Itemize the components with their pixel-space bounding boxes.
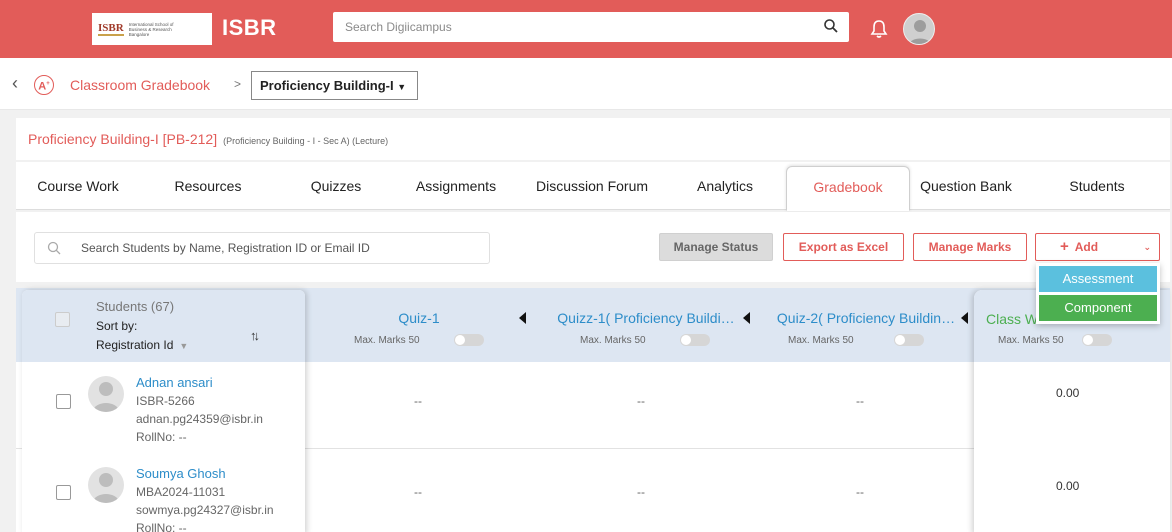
student-avatar xyxy=(88,467,124,503)
grade-cell[interactable]: -- xyxy=(856,485,864,499)
scroll-left-arrow-icon[interactable] xyxy=(961,312,968,324)
chevron-down-icon: ▼ xyxy=(179,341,189,351)
manage-marks-button[interactable]: Manage Marks xyxy=(913,233,1027,261)
breadcrumb-separator: > xyxy=(234,77,242,91)
chevron-down-icon: ▼ xyxy=(397,82,407,92)
grade-cell[interactable]: -- xyxy=(637,485,645,499)
tab-quizzes[interactable]: Quizzes xyxy=(296,162,376,210)
column-max-marks: Max. Marks 50 xyxy=(998,335,1064,346)
column-max-marks: Max. Marks 50 xyxy=(354,335,420,346)
logo-mark: ISBR xyxy=(98,22,124,36)
column-quizz-1[interactable]: Quizz-1( Proficiency Buildi… Max. Marks … xyxy=(532,288,760,362)
tab-analytics[interactable]: Analytics xyxy=(680,162,770,210)
global-search-input[interactable] xyxy=(333,12,803,42)
user-avatar[interactable] xyxy=(903,13,935,45)
tab-discussion-forum[interactable]: Discussion Forum xyxy=(524,162,660,210)
search-icon[interactable] xyxy=(823,18,839,34)
grade-cell[interactable]: -- xyxy=(414,394,422,408)
column-toggle[interactable] xyxy=(680,334,710,346)
column-quiz-1[interactable]: Quiz-1 Max. Marks 50 xyxy=(306,288,532,362)
students-count: Students (67) xyxy=(96,299,175,314)
grade-cell[interactable]: 0.00 xyxy=(1056,479,1079,493)
notification-bell-icon[interactable] xyxy=(868,18,890,40)
manage-status-button[interactable]: Manage Status xyxy=(659,233,773,261)
column-title[interactable]: Class W xyxy=(986,311,1038,327)
grade-cell[interactable]: -- xyxy=(414,485,422,499)
column-title[interactable]: Quiz-1 xyxy=(306,310,532,326)
column-max-marks: Max. Marks 50 xyxy=(788,335,854,346)
menu-item-assessment[interactable]: Assessment xyxy=(1039,266,1157,292)
row-checkbox[interactable] xyxy=(56,394,71,409)
grade-cell[interactable]: -- xyxy=(856,394,864,408)
search-icon xyxy=(47,241,61,255)
add-dropdown-menu: Assessment Component xyxy=(1036,263,1160,324)
column-toggle[interactable] xyxy=(1082,334,1112,346)
tab-assignments[interactable]: Assignments xyxy=(404,162,508,210)
gradebook-toolbar: Manage Status Export as Excel Manage Mar… xyxy=(16,212,1170,282)
student-roll: RollNo: -- xyxy=(136,521,187,532)
student-search-input[interactable] xyxy=(81,233,481,263)
course-subtitle: (Proficiency Building - I - Sec A) (Lect… xyxy=(223,136,389,146)
user-silhouette-icon xyxy=(92,473,120,503)
student-email: adnan.pg24359@isbr.in xyxy=(136,412,263,426)
tab-course-work[interactable]: Course Work xyxy=(28,162,128,210)
tab-question-bank[interactable]: Question Bank xyxy=(912,162,1020,210)
student-avatar xyxy=(88,376,124,412)
select-all-checkbox[interactable] xyxy=(55,312,70,327)
menu-item-component[interactable]: Component xyxy=(1039,295,1157,321)
column-class-w: Class W Max. Marks 50 0.00 0.00 xyxy=(974,290,1170,532)
breadcrumb: ‹ A+ Classroom Gradebook > Proficiency B… xyxy=(0,58,1172,110)
grade-cell[interactable]: 0.00 xyxy=(1056,386,1079,400)
chevron-down-icon[interactable]: ⌄ xyxy=(1143,234,1151,260)
gradebook-grid: Quiz-1 Max. Marks 50 Quizz-1( Proficienc… xyxy=(16,288,1170,532)
column-title[interactable]: Quiz-2( Proficiency Buildin… xyxy=(760,310,972,326)
user-silhouette-icon xyxy=(908,20,932,44)
add-button[interactable]: + Add ⌄ xyxy=(1035,233,1160,261)
scroll-left-arrow-icon[interactable] xyxy=(519,312,526,324)
tab-students[interactable]: Students xyxy=(1052,162,1142,210)
column-quiz-2[interactable]: Quiz-2( Proficiency Buildin… Max. Marks … xyxy=(760,288,972,362)
student-search xyxy=(34,232,490,264)
plus-icon: + xyxy=(1060,238,1069,255)
column-max-marks: Max. Marks 50 xyxy=(580,335,646,346)
course-tabs: Course Work Resources Quizzes Assignment… xyxy=(16,162,1170,211)
add-button-label: Add xyxy=(1074,240,1099,254)
student-reg-id: ISBR-5266 xyxy=(136,394,195,408)
student-reg-id: MBA2024-11031 xyxy=(136,485,226,499)
course-header: Proficiency Building-I [PB-212] (Proficie… xyxy=(16,118,1170,160)
gradebook-icon: A+ xyxy=(34,75,54,95)
students-header: Students (67) Sort by: Registration Id ▼ … xyxy=(22,290,305,362)
sort-by-select[interactable]: Registration Id ▼ xyxy=(96,338,188,352)
scroll-left-arrow-icon[interactable] xyxy=(743,312,750,324)
column-toggle[interactable] xyxy=(894,334,924,346)
students-panel: Students (67) Sort by: Registration Id ▼ … xyxy=(22,290,305,532)
student-name[interactable]: Soumya Ghosh xyxy=(136,466,226,481)
course-selector[interactable]: Proficiency Building-I ▼ xyxy=(251,71,418,100)
user-silhouette-icon xyxy=(92,382,120,412)
row-checkbox[interactable] xyxy=(56,485,71,500)
column-toggle[interactable] xyxy=(454,334,484,346)
back-chevron-icon[interactable]: ‹ xyxy=(12,74,24,94)
student-name[interactable]: Adnan ansari xyxy=(136,375,213,390)
tab-gradebook[interactable]: Gradebook xyxy=(786,166,910,211)
logo-subtext: International School of Business & Resea… xyxy=(128,21,174,37)
column-title[interactable]: Quizz-1( Proficiency Buildi… xyxy=(532,310,760,326)
sort-by-value: Registration Id xyxy=(96,338,174,352)
sort-by-label: Sort by: xyxy=(96,319,138,333)
student-roll: RollNo: -- xyxy=(136,430,187,444)
course-title: Proficiency Building-I [PB-212] (Proficie… xyxy=(28,131,388,147)
tab-resources[interactable]: Resources xyxy=(158,162,258,210)
brand-title[interactable]: ISBR xyxy=(222,15,277,41)
sort-order-icon[interactable]: ↑↓ xyxy=(250,328,260,343)
student-email: sowmya.pg24327@isbr.in xyxy=(136,503,274,517)
grade-cell[interactable]: -- xyxy=(637,394,645,408)
isbr-logo[interactable]: ISBR International School of Business & … xyxy=(92,13,212,45)
breadcrumb-classroom-gradebook[interactable]: Classroom Gradebook xyxy=(70,77,210,93)
global-search xyxy=(333,12,849,42)
course-selector-label: Proficiency Building-I xyxy=(260,78,394,93)
course-title-text: Proficiency Building-I [PB-212] xyxy=(28,131,218,147)
export-excel-button[interactable]: Export as Excel xyxy=(783,233,904,261)
top-bar: ISBR International School of Business & … xyxy=(0,0,1172,58)
